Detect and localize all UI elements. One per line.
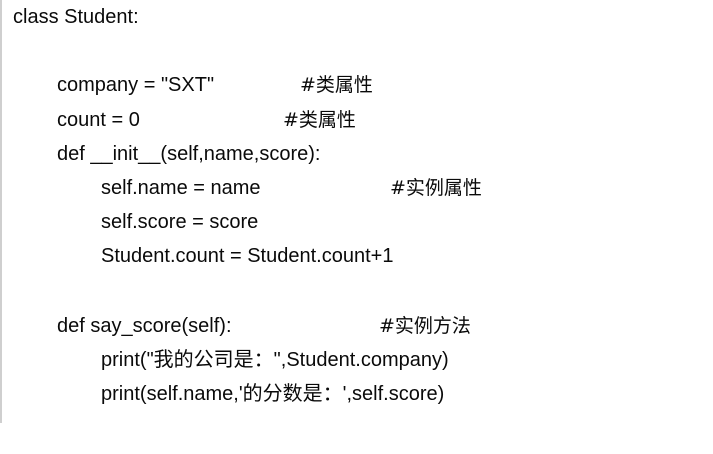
code-text: self.score = score: [101, 211, 259, 233]
code-text: company = "SXT": [57, 74, 215, 96]
code-line-print-score: print(self.name,'的分数是：',self.score): [101, 382, 444, 454]
code-text: Student.count = Student.count+1: [101, 245, 394, 267]
code-text: def __init__(self,name,score):: [57, 143, 321, 165]
code-line-count-increment: Student.count = Student.count+1: [101, 244, 393, 316]
code-comment: #类属性: [283, 109, 356, 131]
code-comment: #实例属性: [390, 177, 482, 199]
code-text: print("我的公司是：",Student.company): [101, 349, 449, 371]
code-slide: class Student: company = "SXT" #类属性 coun…: [0, 0, 713, 423]
code-text: def say_score(self):: [57, 315, 232, 337]
code-text: self.name = name: [101, 177, 261, 199]
code-comment: #实例方法: [379, 315, 471, 337]
code-text: class Student:: [13, 6, 139, 28]
code-line-class-header: class Student:: [13, 5, 139, 77]
code-comment: #类属性: [300, 74, 373, 96]
code-text: print(self.name,'的分数是：',self.score): [101, 383, 445, 405]
code-line-say-score-def: def say_score(self): #实例方法: [57, 314, 471, 410]
code-line-init-def: def __init__(self,name,score):: [57, 142, 320, 214]
code-text: count = 0: [57, 109, 140, 131]
